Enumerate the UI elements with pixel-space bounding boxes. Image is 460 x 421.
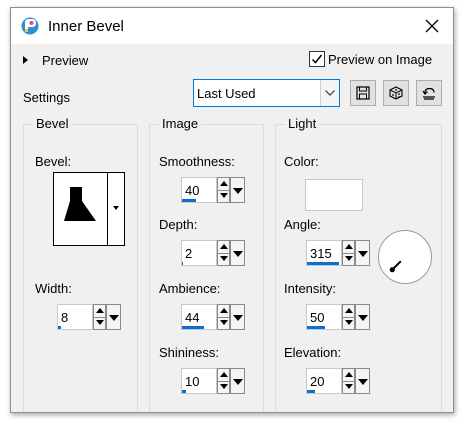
preview-label: Preview xyxy=(42,53,89,68)
randomize-button[interactable] xyxy=(383,80,409,106)
depth-spinner[interactable]: 2 xyxy=(181,240,247,266)
angle-spinner[interactable]: 315 xyxy=(306,240,372,266)
inner-bevel-dialog: Inner Bevel Preview Preview on Image Set… xyxy=(10,7,454,413)
intensity-label: Intensity: xyxy=(284,281,337,296)
depth-field[interactable]: 2 xyxy=(181,240,217,266)
shininess-value: 10 xyxy=(185,374,200,389)
ambience-spinner[interactable]: 44 xyxy=(181,304,247,330)
ambience-field[interactable]: 44 xyxy=(181,304,217,330)
angle-dial[interactable] xyxy=(377,229,433,288)
bevel-shape-picker[interactable] xyxy=(53,172,125,246)
width-spinner[interactable]: 8 xyxy=(57,304,123,330)
bevel-shape-menu-button[interactable] xyxy=(107,173,125,245)
preview-on-image-label: Preview on Image xyxy=(328,52,433,67)
angle-dial-knob xyxy=(389,267,395,273)
width-value: 8 xyxy=(61,310,69,325)
decrement-arrow-icon[interactable] xyxy=(218,317,229,329)
elevation-spinner[interactable]: 20 xyxy=(306,368,372,394)
reset-icon xyxy=(422,87,435,100)
save-preset-icon xyxy=(356,86,370,100)
smoothness-slider-menu-button[interactable] xyxy=(230,177,245,203)
shininess-up-down[interactable] xyxy=(217,368,230,394)
intensity-value: 50 xyxy=(310,310,325,325)
decrement-arrow-icon[interactable] xyxy=(343,253,354,265)
paintshop-logo-icon xyxy=(20,16,40,36)
smoothness-up-down[interactable] xyxy=(217,177,230,203)
color-label: Color: xyxy=(284,154,319,169)
angle-slider-menu-button[interactable] xyxy=(355,240,370,266)
settings-label: Settings xyxy=(23,90,70,105)
depth-level-bar xyxy=(182,262,183,265)
width-up-down[interactable] xyxy=(93,304,106,330)
width-label: Width: xyxy=(35,281,72,296)
angle-level-bar xyxy=(307,262,339,265)
shininess-spinner[interactable]: 10 xyxy=(181,368,247,394)
ambience-label: Ambience: xyxy=(159,281,221,296)
depth-label: Depth: xyxy=(159,217,198,232)
elevation-up-down[interactable] xyxy=(342,368,355,394)
width-field[interactable]: 8 xyxy=(57,304,93,330)
light-group-title: Light xyxy=(285,116,320,131)
depth-slider-menu-button[interactable] xyxy=(230,240,245,266)
intensity-slider-menu-button[interactable] xyxy=(355,304,370,330)
ambience-value: 44 xyxy=(185,310,200,325)
decrement-arrow-icon[interactable] xyxy=(218,190,229,202)
ambience-level-bar xyxy=(182,326,204,329)
angle-up-down[interactable] xyxy=(342,240,355,266)
angle-value: 315 xyxy=(310,246,332,261)
decrement-arrow-icon[interactable] xyxy=(343,381,354,393)
shininess-label: Shininess: xyxy=(159,345,219,360)
decrement-arrow-icon[interactable] xyxy=(218,253,229,265)
bevel-group-title: Bevel xyxy=(33,116,72,131)
title-bar: Inner Bevel xyxy=(11,8,453,44)
shininess-slider-menu-button[interactable] xyxy=(230,368,245,394)
decrement-arrow-icon[interactable] xyxy=(94,317,105,329)
width-level-bar xyxy=(58,326,61,329)
image-group-title: Image xyxy=(159,116,202,131)
shininess-field[interactable]: 10 xyxy=(181,368,217,394)
smoothness-label: Smoothness: xyxy=(159,154,235,169)
smoothness-value: 40 xyxy=(185,183,200,198)
close-button[interactable] xyxy=(409,8,453,44)
elevation-label: Elevation: xyxy=(284,345,342,360)
checkmark-icon xyxy=(311,54,323,64)
width-slider-menu-button[interactable] xyxy=(106,304,121,330)
preset-value: Last Used xyxy=(197,86,256,101)
light-color-swatch[interactable] xyxy=(305,179,363,211)
intensity-up-down[interactable] xyxy=(342,304,355,330)
randomize-dice-icon xyxy=(389,86,403,100)
ambience-slider-menu-button[interactable] xyxy=(230,304,245,330)
smoothness-level-bar xyxy=(182,199,196,202)
smoothness-field[interactable]: 40 xyxy=(181,177,217,203)
save-preset-button[interactable] xyxy=(350,80,376,106)
elevation-slider-menu-button[interactable] xyxy=(355,368,370,394)
shininess-level-bar xyxy=(182,390,186,393)
decrement-arrow-icon[interactable] xyxy=(218,381,229,393)
decrement-arrow-icon[interactable] xyxy=(343,317,354,329)
checkbox-box[interactable] xyxy=(309,51,325,67)
intensity-spinner[interactable]: 50 xyxy=(306,304,372,330)
intensity-field[interactable]: 50 xyxy=(306,304,342,330)
depth-value: 2 xyxy=(185,246,193,261)
intensity-level-bar xyxy=(307,326,325,329)
expand-arrow-icon xyxy=(23,56,28,64)
elevation-value: 20 xyxy=(310,374,325,389)
depth-up-down[interactable] xyxy=(217,240,230,266)
chevron-down-icon xyxy=(325,90,335,96)
reset-button[interactable] xyxy=(416,80,442,106)
smoothness-spinner[interactable]: 40 xyxy=(181,177,247,203)
elevation-level-bar xyxy=(307,390,315,393)
bevel-label: Bevel: xyxy=(35,154,72,169)
angle-field[interactable]: 315 xyxy=(306,240,342,266)
window-title: Inner Bevel xyxy=(48,18,124,35)
ambience-up-down[interactable] xyxy=(217,304,230,330)
elevation-field[interactable]: 20 xyxy=(306,368,342,394)
preset-dropdown[interactable]: Last Used xyxy=(193,79,340,107)
angle-label: Angle: xyxy=(284,217,321,232)
bevel-shape-preview-icon xyxy=(64,187,96,221)
preset-dropdown-button[interactable] xyxy=(320,80,339,106)
close-icon xyxy=(425,19,439,33)
